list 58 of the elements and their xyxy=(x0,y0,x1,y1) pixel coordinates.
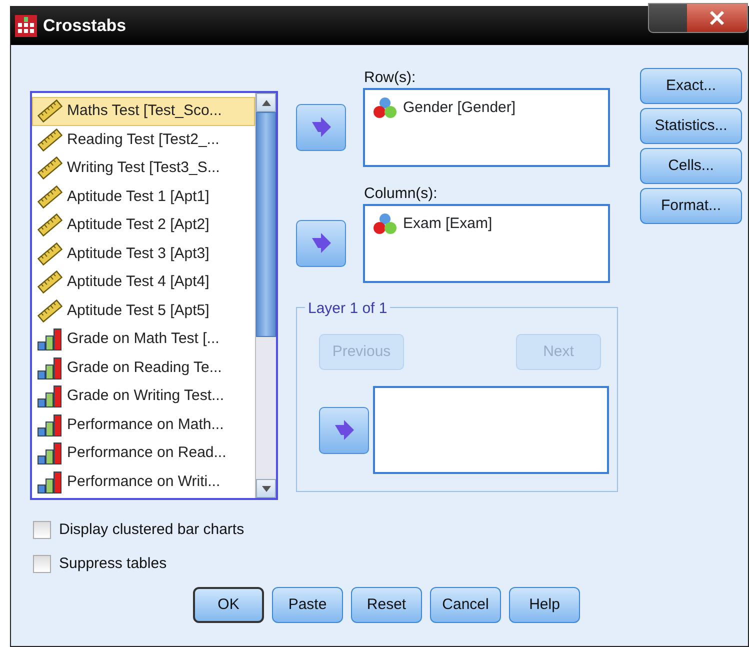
layer-box[interactable] xyxy=(372,386,609,474)
variable-item[interactable]: Gender [Gender] xyxy=(373,96,600,120)
bar-chart-icon xyxy=(37,327,63,352)
columns-box[interactable]: Exam [Exam] xyxy=(363,204,610,283)
arrow-icon xyxy=(310,232,332,254)
bar-chart-icon xyxy=(37,470,63,494)
field-label: Column(s): xyxy=(364,184,438,204)
circles-icon xyxy=(373,96,397,120)
move-button[interactable] xyxy=(296,104,346,151)
field-label: Row(s): xyxy=(364,68,417,88)
dialog-button[interactable]: Format... xyxy=(640,188,742,224)
variable-item[interactable]: Aptitude Test 2 [Apt2] xyxy=(32,211,255,240)
variable-item[interactable]: Maths Test [Test_Sco... xyxy=(32,97,255,126)
bar-chart-icon xyxy=(37,356,63,380)
arrow-icon xyxy=(332,418,355,441)
close-icon xyxy=(709,11,725,25)
variable-item[interactable]: Performance on Read... xyxy=(32,439,255,468)
circles-icon xyxy=(373,212,397,236)
scroll-down-button[interactable] xyxy=(256,479,276,498)
scrollbar[interactable] xyxy=(255,93,276,498)
checkbox-label: Display clustered bar charts xyxy=(59,520,244,540)
checkbox[interactable] xyxy=(33,555,51,573)
app-icon xyxy=(15,15,37,37)
rows-box[interactable]: Gender [Gender] xyxy=(363,88,610,167)
bar-chart-icon xyxy=(37,441,63,466)
move-button[interactable] xyxy=(296,220,346,267)
variable-item[interactable]: Performance on Math... xyxy=(32,410,255,439)
dialog-button[interactable]: Statistics... xyxy=(640,108,742,144)
scroll-up-button[interactable] xyxy=(256,93,276,112)
bar-chart-icon xyxy=(37,384,63,408)
variable-item[interactable]: Reading Test [Test2_... xyxy=(32,126,255,154)
window-title: Crosstabs xyxy=(43,15,126,38)
checkbox[interactable] xyxy=(33,521,51,539)
checkbox-label: Suppress tables xyxy=(59,554,167,574)
dialog-button[interactable]: Paste xyxy=(272,587,343,623)
up-arrow-icon xyxy=(262,100,270,106)
dialog-button[interactable]: OK xyxy=(193,587,264,623)
variable-item[interactable]: Performance on Writi... xyxy=(32,468,255,496)
variable-item[interactable]: Aptitude Test 5 [Apt5] xyxy=(32,296,255,325)
dialog-button[interactable]: Exact... xyxy=(640,68,742,104)
arrow-icon xyxy=(310,116,332,138)
dialog-button[interactable]: Help xyxy=(509,587,580,623)
dialog-button[interactable]: Cells... xyxy=(640,148,742,184)
close-button[interactable] xyxy=(648,3,748,33)
bar-chart-icon xyxy=(37,412,63,437)
scroll-thumb[interactable] xyxy=(256,112,276,337)
dialog-button[interactable]: Cancel xyxy=(430,587,501,623)
dialog-button[interactable]: Reset xyxy=(351,587,422,623)
variable-item[interactable]: Grade on Writing Test... xyxy=(32,382,255,410)
variable-item[interactable]: Aptitude Test 1 [Apt1] xyxy=(32,182,255,211)
variable-item[interactable]: Exam [Exam] xyxy=(373,212,600,236)
move-button[interactable] xyxy=(319,406,369,454)
variable-item[interactable]: Aptitude Test 3 [Apt3] xyxy=(32,240,255,268)
down-arrow-icon xyxy=(262,486,270,492)
variable-item[interactable]: Aptitude Test 4 [Apt4] xyxy=(32,268,255,296)
variable-item[interactable]: Grade on Math Test [... xyxy=(32,325,255,354)
variable-item[interactable]: Grade on Reading Te... xyxy=(32,354,255,382)
variable-item[interactable]: Writing Test [Test3_S... xyxy=(32,154,255,182)
